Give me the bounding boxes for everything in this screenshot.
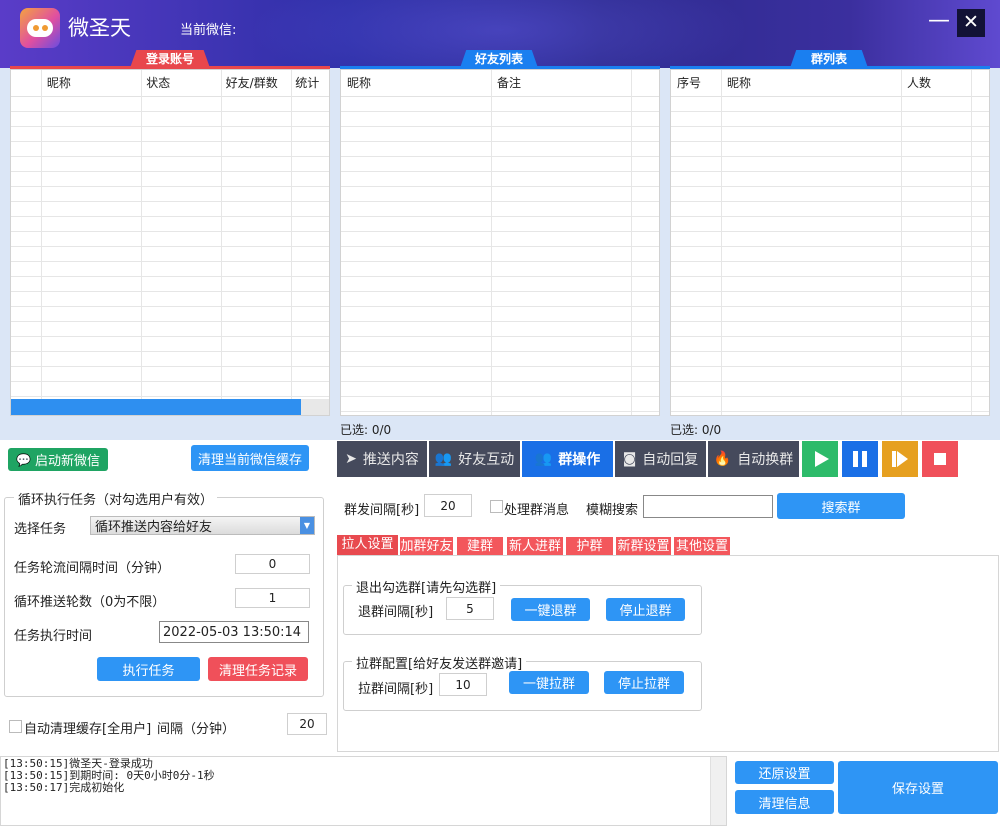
subtab-create-group[interactable]: 建群 <box>457 537 503 556</box>
clear-cache-button[interactable]: 清理当前微信缓存 <box>191 445 309 471</box>
minimize-button[interactable]: — <box>928 10 950 36</box>
pull-group-title: 拉群配置[给好友发送群邀请] <box>352 653 527 672</box>
users-icon: 👥 <box>434 451 453 467</box>
wechat-icon: 💬 <box>16 452 31 467</box>
clear-info-button[interactable]: 清理信息 <box>735 790 834 814</box>
stop-quit-button[interactable]: 停止退群 <box>606 598 685 621</box>
col-members[interactable]: 人数 <box>901 70 971 96</box>
subtab-pull-settings[interactable]: 拉人设置 <box>337 535 398 556</box>
auto-clear-label: 自动清理缓存[全用户] <box>24 722 152 737</box>
close-button[interactable]: ✕ <box>957 9 985 37</box>
send-interval-label: 群发间隔[秒] <box>344 503 420 518</box>
restore-settings-button[interactable]: 还原设置 <box>735 761 834 784</box>
log-panel[interactable]: [13:50:15]微圣天-登录成功 [13:50:15]到期时间: 0天0小时… <box>0 756 727 826</box>
tab-friend-interact[interactable]: 👥 好友互动 <box>429 441 520 477</box>
process-msg-label: 处理群消息 <box>504 503 570 518</box>
interval-label: 任务轮流间隔时间（分钟） <box>14 561 171 576</box>
friends-table-body <box>341 97 659 415</box>
search-group-button[interactable]: 搜索群 <box>777 493 905 519</box>
chevron-down-icon[interactable]: ▼ <box>300 517 314 534</box>
save-settings-button[interactable]: 保存设置 <box>838 761 998 814</box>
subtab-new-member[interactable]: 新人进群 <box>507 537 563 556</box>
loop-task-title: 循环执行任务（对勾选用户有效） <box>14 489 218 508</box>
col-remark[interactable]: 备注 <box>491 70 631 96</box>
play-button[interactable] <box>802 441 838 477</box>
log-scrollbar[interactable] <box>710 757 726 825</box>
col-index[interactable]: 序号 <box>671 70 721 96</box>
subtab-other-settings[interactable]: 其他设置 <box>674 537 730 556</box>
stop-pull-button[interactable]: 停止拉群 <box>604 671 684 694</box>
col-nickname[interactable]: 昵称 <box>721 70 901 96</box>
groups-table[interactable]: 序号 昵称 人数 <box>670 69 990 416</box>
accounts-table-body <box>11 97 329 415</box>
flame-icon: 🔥 <box>713 451 732 467</box>
exec-time-input[interactable]: 2022-05-03 13:50:14 <box>159 621 309 643</box>
pull-interval-label: 拉群间隔[秒] <box>358 682 434 697</box>
col-nickname[interactable]: 昵称 <box>41 70 140 96</box>
tab-auto-switch-group[interactable]: 🔥 自动换群 <box>708 441 799 477</box>
process-msg-checkbox[interactable] <box>490 500 503 513</box>
subtab-protect-group[interactable]: 护群 <box>566 537 613 556</box>
auto-interval-label: 间隔（分钟） <box>157 722 236 737</box>
task-select-value: 循环推送内容给好友 <box>95 520 213 535</box>
quit-group-title: 退出勾选群[请先勾选群] <box>352 577 501 596</box>
col-stats[interactable]: 统计 <box>289 70 329 96</box>
task-select[interactable]: 循环推送内容给好友 ▼ <box>90 516 315 535</box>
pause-button[interactable] <box>842 441 878 477</box>
col-nickname[interactable]: 昵称 <box>341 70 491 96</box>
tab-push-content[interactable]: ➤ 推送内容 <box>337 441 427 477</box>
subtab-new-group-settings[interactable]: 新群设置 <box>616 537 671 556</box>
tab-auto-reply[interactable]: ◙ 自动回复 <box>615 441 706 477</box>
select-task-label: 选择任务 <box>14 522 67 537</box>
app-name: 微圣天 <box>68 16 131 40</box>
quit-interval-input[interactable]: 5 <box>446 597 494 620</box>
auto-interval-input[interactable]: 20 <box>287 713 327 735</box>
search-input[interactable] <box>643 495 773 518</box>
app-logo-icon <box>20 8 60 48</box>
stop-icon <box>934 453 946 465</box>
send-icon: ➤ <box>345 451 357 467</box>
exec-time-label: 任务执行时间 <box>14 629 93 644</box>
log-line: [13:50:17]完成初始化 <box>3 781 125 794</box>
pull-all-button[interactable]: 一键拉群 <box>509 671 589 694</box>
robot-icon: ◙ <box>622 451 637 467</box>
send-interval-input[interactable]: 20 <box>424 494 472 517</box>
groups-selected-count: 已选: 0/0 <box>670 423 722 437</box>
accounts-scroll-track <box>301 399 329 415</box>
pull-interval-input[interactable]: 10 <box>439 673 487 696</box>
quit-all-button[interactable]: 一键退群 <box>511 598 590 621</box>
subtab-add-group-friends[interactable]: 加群好友 <box>400 537 453 556</box>
skip-button[interactable] <box>882 441 918 477</box>
groups-table-header: 序号 昵称 人数 <box>671 70 989 97</box>
col-status[interactable]: 状态 <box>140 70 219 96</box>
fuzzy-search-label: 模糊搜索 <box>586 503 639 518</box>
group-icon: 👥 <box>534 451 553 467</box>
col-friends-groups[interactable]: 好友/群数 <box>220 70 290 96</box>
accounts-table[interactable]: 昵称 状态 好友/群数 统计 <box>10 69 330 416</box>
clear-task-button[interactable]: 清理任务记录 <box>208 657 308 681</box>
interval-input[interactable]: 0 <box>235 554 310 574</box>
rounds-label: 循环推送轮数（0为不限） <box>14 595 166 610</box>
tab-group-ops[interactable]: 👥 群操作 <box>522 441 613 477</box>
friends-table[interactable]: 昵称 备注 <box>340 69 660 416</box>
stop-button[interactable] <box>922 441 958 477</box>
friends-selected-count: 已选: 0/0 <box>340 423 392 437</box>
groups-table-body <box>671 97 989 415</box>
run-task-button[interactable]: 执行任务 <box>97 657 200 681</box>
rounds-input[interactable]: 1 <box>235 588 310 608</box>
current-wechat-label: 当前微信: <box>180 23 237 38</box>
friends-table-header: 昵称 备注 <box>341 70 659 97</box>
accounts-table-header: 昵称 状态 好友/群数 统计 <box>11 70 329 97</box>
auto-clear-checkbox[interactable] <box>9 720 22 733</box>
start-wechat-button[interactable]: 💬 启动新微信 <box>8 448 108 471</box>
accounts-hscrollbar[interactable] <box>11 399 301 415</box>
quit-interval-label: 退群间隔[秒] <box>358 605 434 620</box>
